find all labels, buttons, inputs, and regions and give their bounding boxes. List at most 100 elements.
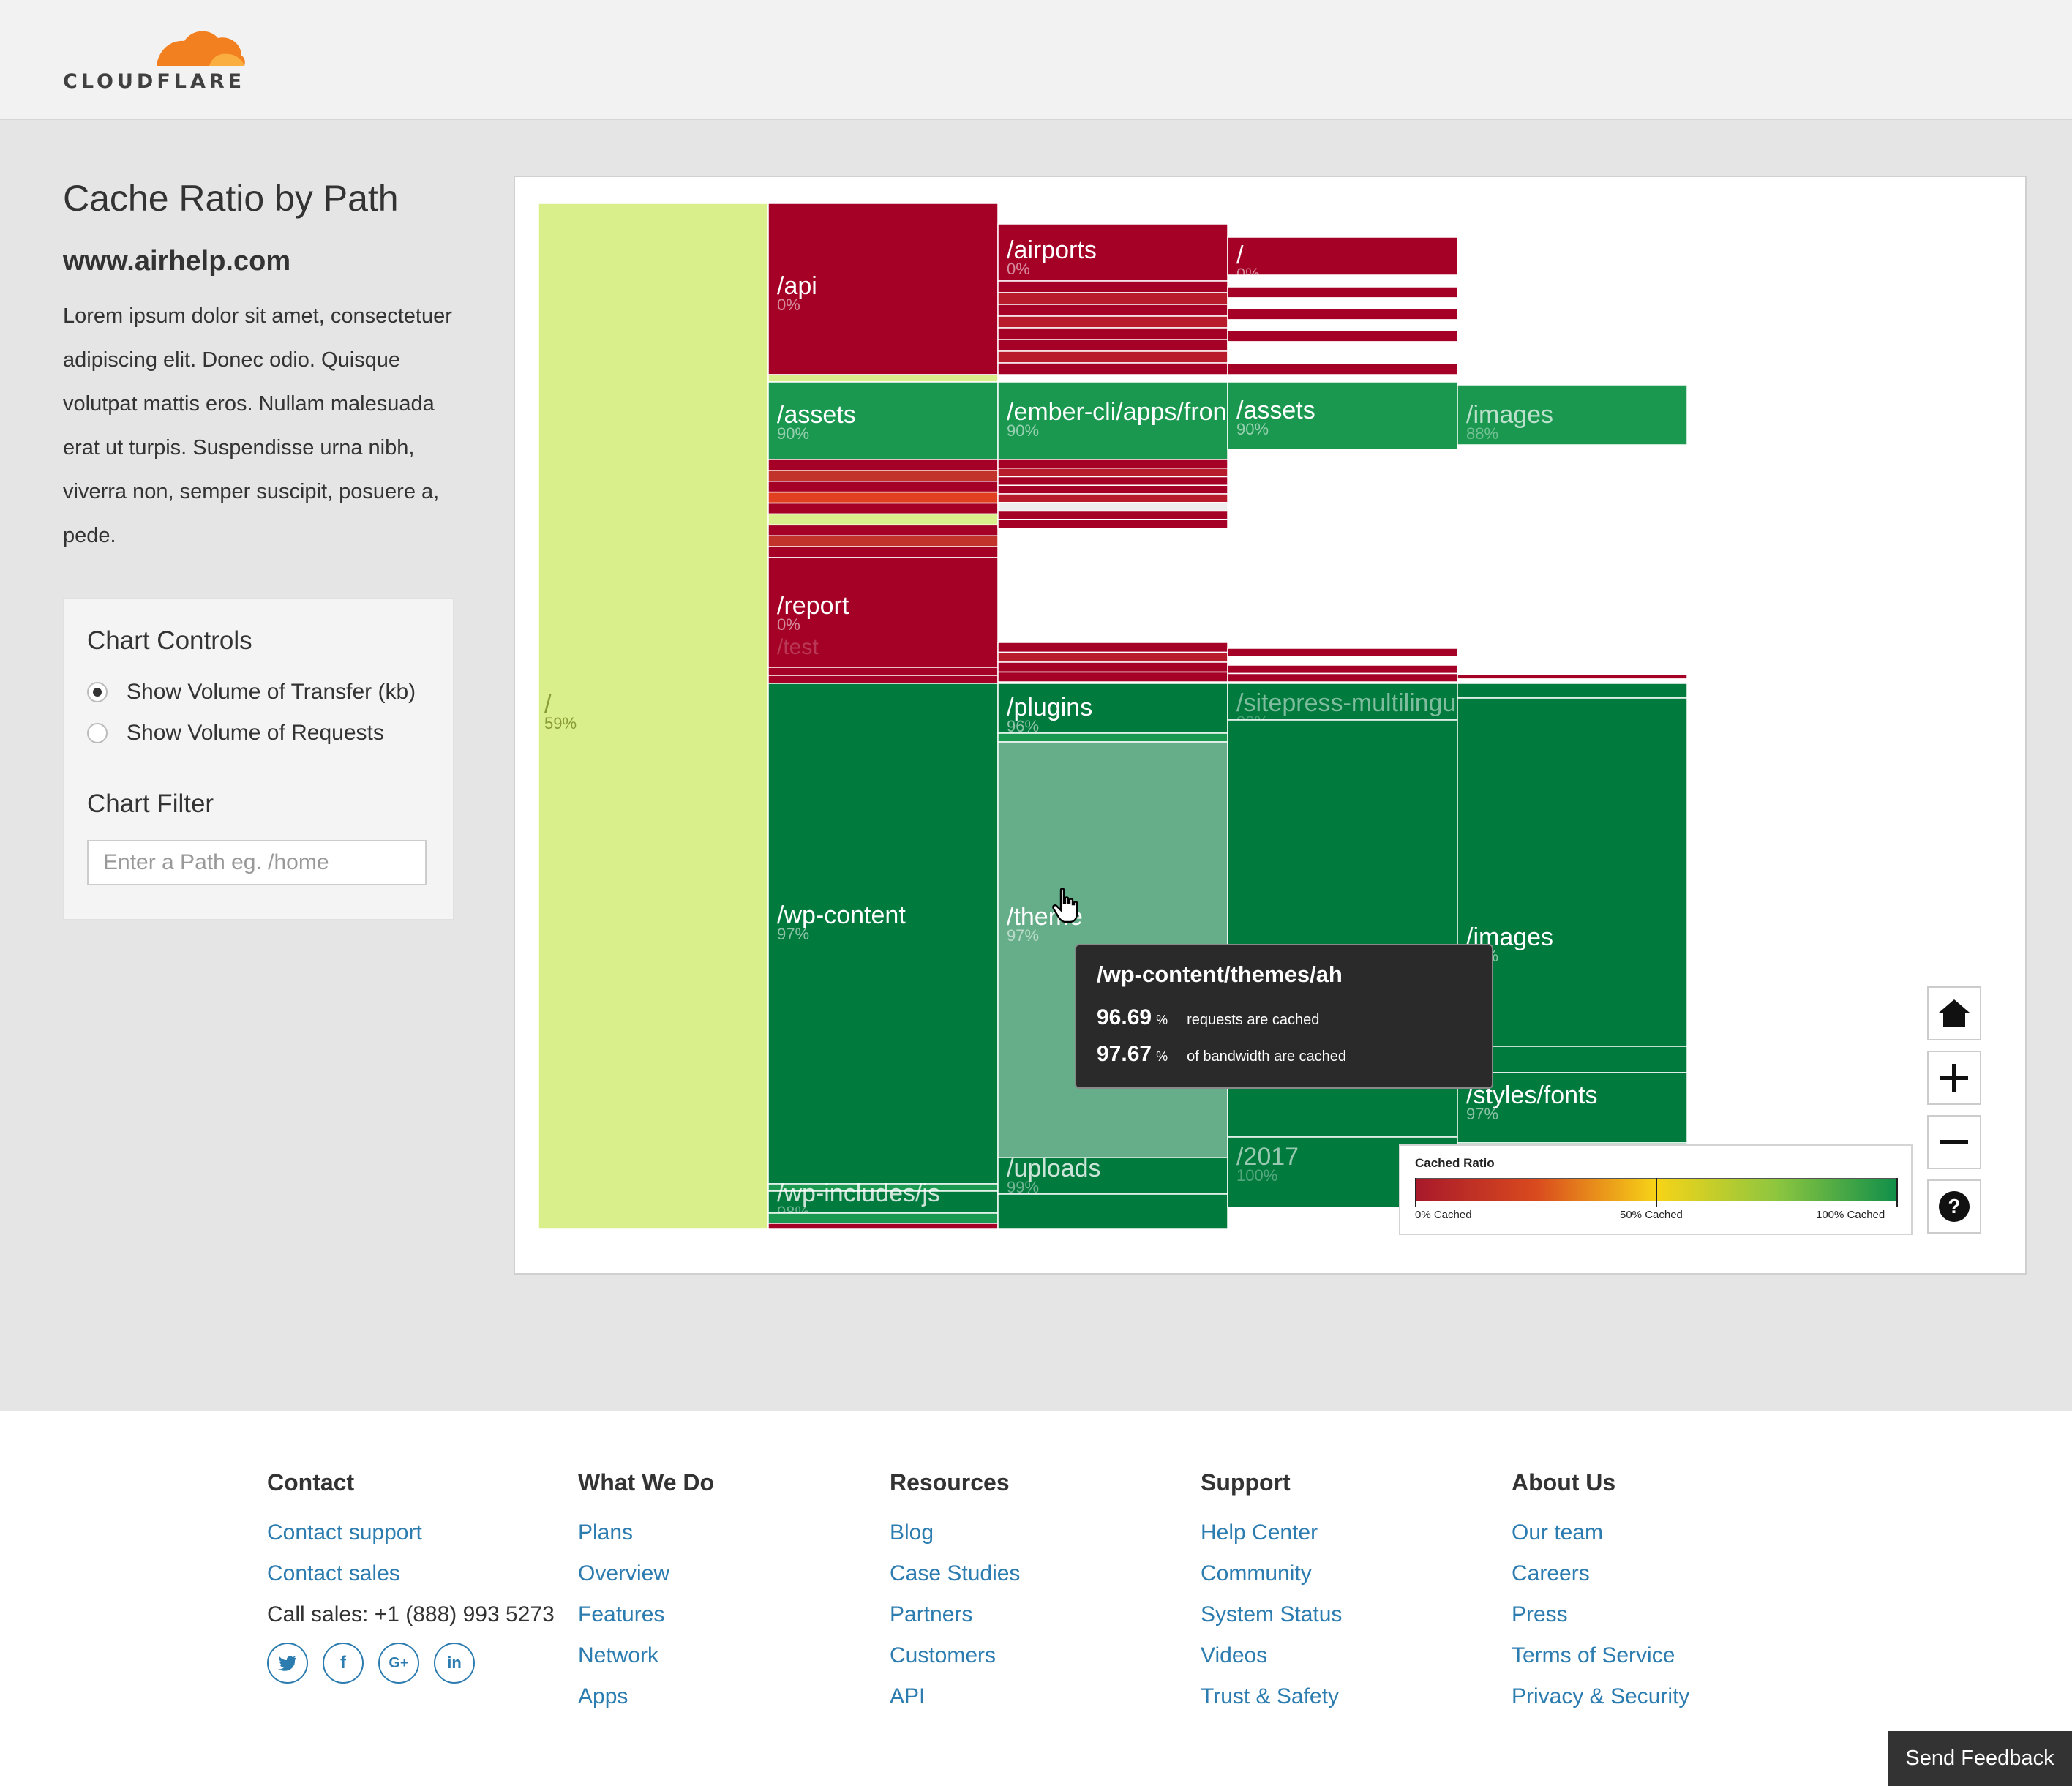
zoom-in-button[interactable] xyxy=(1927,1051,1981,1105)
icicle-small-node[interactable] xyxy=(997,292,1228,305)
linkedin-icon[interactable]: in xyxy=(434,1643,475,1684)
icicle-small-node[interactable] xyxy=(997,510,1228,520)
icicle-small-node[interactable] xyxy=(997,502,1228,512)
zoom-out-button[interactable] xyxy=(1927,1115,1981,1169)
icicle-small-node[interactable] xyxy=(767,491,999,504)
icicle-small-node[interactable] xyxy=(767,535,999,547)
icicle-small-node[interactable] xyxy=(997,1193,1228,1230)
radio-button-checked[interactable] xyxy=(87,682,108,702)
icicle-small-node[interactable] xyxy=(767,1212,999,1224)
footer-heading: Resources xyxy=(890,1469,1010,1496)
chart-controls-panel: Chart Controls Show Volume of Transfer (… xyxy=(63,598,454,920)
icicle-small-node[interactable] xyxy=(997,304,1228,317)
icicle-small-node[interactable] xyxy=(767,459,999,471)
tooltip-bandwidth-text: of bandwidth are cached xyxy=(1187,1048,1347,1065)
footer-link[interactable]: Contact support xyxy=(267,1512,560,1553)
icicle-small-node[interactable] xyxy=(1227,297,1458,309)
footer-heading: What We Do xyxy=(578,1469,715,1496)
footer-link[interactable]: Partners xyxy=(890,1594,1182,1635)
icicle-small-node[interactable] xyxy=(997,315,1228,329)
radio-button-unchecked[interactable] xyxy=(87,723,108,743)
footer-link[interactable]: Overview xyxy=(578,1553,871,1594)
icicle-small-node[interactable] xyxy=(1227,672,1458,683)
icicle-chart[interactable]: /59%/api0%/assets90%/report0%/test/wp-co… xyxy=(515,177,2025,1273)
icicle-small-node[interactable] xyxy=(997,671,1228,683)
footer-link[interactable]: System Status xyxy=(1201,1594,1493,1635)
icicle-small-node[interactable] xyxy=(997,651,1228,663)
icicle-small-node[interactable] xyxy=(997,642,1228,653)
icicle-small-node[interactable] xyxy=(1457,674,1688,680)
footer-link[interactable]: Contact sales xyxy=(267,1553,560,1594)
social-links: f G+ in xyxy=(267,1643,560,1684)
path-filter-input[interactable] xyxy=(87,840,427,885)
icicle-small-node[interactable] xyxy=(767,513,999,526)
icicle-small-node[interactable] xyxy=(1227,352,1458,364)
chart-filter-title: Chart Filter xyxy=(87,789,214,818)
icicle-small-node[interactable] xyxy=(1227,648,1458,658)
icicle-small-node[interactable] xyxy=(997,476,1228,486)
footer-link[interactable]: Privacy & Security xyxy=(1512,1676,1804,1717)
icicle-small-node[interactable] xyxy=(1227,286,1458,299)
icicle-small-node[interactable] xyxy=(997,362,1228,375)
icicle-small-node[interactable] xyxy=(1227,308,1458,320)
icicle-small-node[interactable] xyxy=(997,661,1228,673)
google-plus-icon[interactable]: G+ xyxy=(378,1643,419,1684)
icicle-small-node[interactable] xyxy=(997,519,1228,529)
footer-link[interactable]: Network xyxy=(578,1635,871,1676)
icicle-small-node[interactable] xyxy=(997,468,1228,478)
icicle-small-node[interactable] xyxy=(1227,330,1458,342)
icicle-small-node[interactable] xyxy=(997,327,1228,340)
icicle-small-node[interactable] xyxy=(767,374,999,383)
home-icon xyxy=(1939,999,1970,1027)
icicle-small-node[interactable] xyxy=(1227,664,1458,675)
footer-link[interactable]: Trust & Safety xyxy=(1201,1676,1493,1717)
footer-link[interactable]: Blog xyxy=(890,1512,1182,1553)
footer-link[interactable]: Plans xyxy=(578,1512,871,1553)
footer-link[interactable]: API xyxy=(890,1676,1182,1717)
icicle-small-node[interactable] xyxy=(1457,678,1688,684)
icicle-small-node[interactable] xyxy=(767,481,999,493)
twitter-icon[interactable] xyxy=(267,1643,308,1684)
icicle-small-node[interactable] xyxy=(767,1223,999,1230)
icicle-node-pct: 0% xyxy=(777,296,800,314)
footer-link[interactable]: Community xyxy=(1201,1553,1493,1594)
icicle-small-node[interactable] xyxy=(997,350,1228,364)
icicle-small-node[interactable] xyxy=(767,546,999,558)
icicle-small-node[interactable] xyxy=(1227,319,1458,331)
footer-link[interactable]: Terms of Service xyxy=(1512,1635,1804,1676)
radio-volume-transfer[interactable]: Show Volume of Transfer (kb) xyxy=(87,678,416,707)
icicle-small-node[interactable] xyxy=(767,502,999,515)
icicle-small-node[interactable] xyxy=(1227,341,1458,353)
footer-link[interactable]: Case Studies xyxy=(890,1553,1182,1594)
icicle-node[interactable] xyxy=(1227,236,1458,276)
icicle-small-node[interactable] xyxy=(997,732,1228,743)
icicle-small-node[interactable] xyxy=(997,484,1228,495)
footer-link[interactable]: Our team xyxy=(1512,1512,1804,1553)
help-button[interactable]: ? xyxy=(1927,1179,1981,1234)
icicle-small-node[interactable] xyxy=(997,280,1228,293)
cloudflare-logo[interactable]: CLOUDFLARE xyxy=(63,25,253,98)
icicle-small-node[interactable] xyxy=(997,493,1228,503)
icicle-node-label-faded: /test xyxy=(777,635,819,659)
tooltip-requests-row: 96.69 % requests are cached xyxy=(1097,1005,1319,1030)
footer-link[interactable]: Apps xyxy=(578,1676,871,1717)
icicle-small-node[interactable] xyxy=(767,667,999,676)
icicle-small-node[interactable] xyxy=(1457,683,1688,699)
zoom-home-button[interactable] xyxy=(1927,986,1981,1040)
radio-volume-requests[interactable]: Show Volume of Requests xyxy=(87,718,384,748)
icicle-small-node[interactable] xyxy=(1227,363,1458,375)
icicle-small-node[interactable] xyxy=(1227,656,1458,666)
footer-link[interactable]: Help Center xyxy=(1201,1512,1493,1553)
icicle-small-node[interactable] xyxy=(767,675,999,684)
footer-link[interactable]: Customers xyxy=(890,1635,1182,1676)
footer-link[interactable]: Careers xyxy=(1512,1553,1804,1594)
facebook-icon[interactable]: f xyxy=(323,1643,364,1684)
send-feedback-button[interactable]: Send Feedback xyxy=(1888,1731,2072,1786)
footer-link[interactable]: Features xyxy=(578,1594,871,1635)
icicle-small-node[interactable] xyxy=(997,459,1228,469)
icicle-small-node[interactable] xyxy=(767,470,999,482)
icicle-small-node[interactable] xyxy=(767,524,999,536)
icicle-small-node[interactable] xyxy=(997,339,1228,352)
footer-link[interactable]: Videos xyxy=(1201,1635,1493,1676)
footer-link[interactable]: Press xyxy=(1512,1594,1804,1635)
